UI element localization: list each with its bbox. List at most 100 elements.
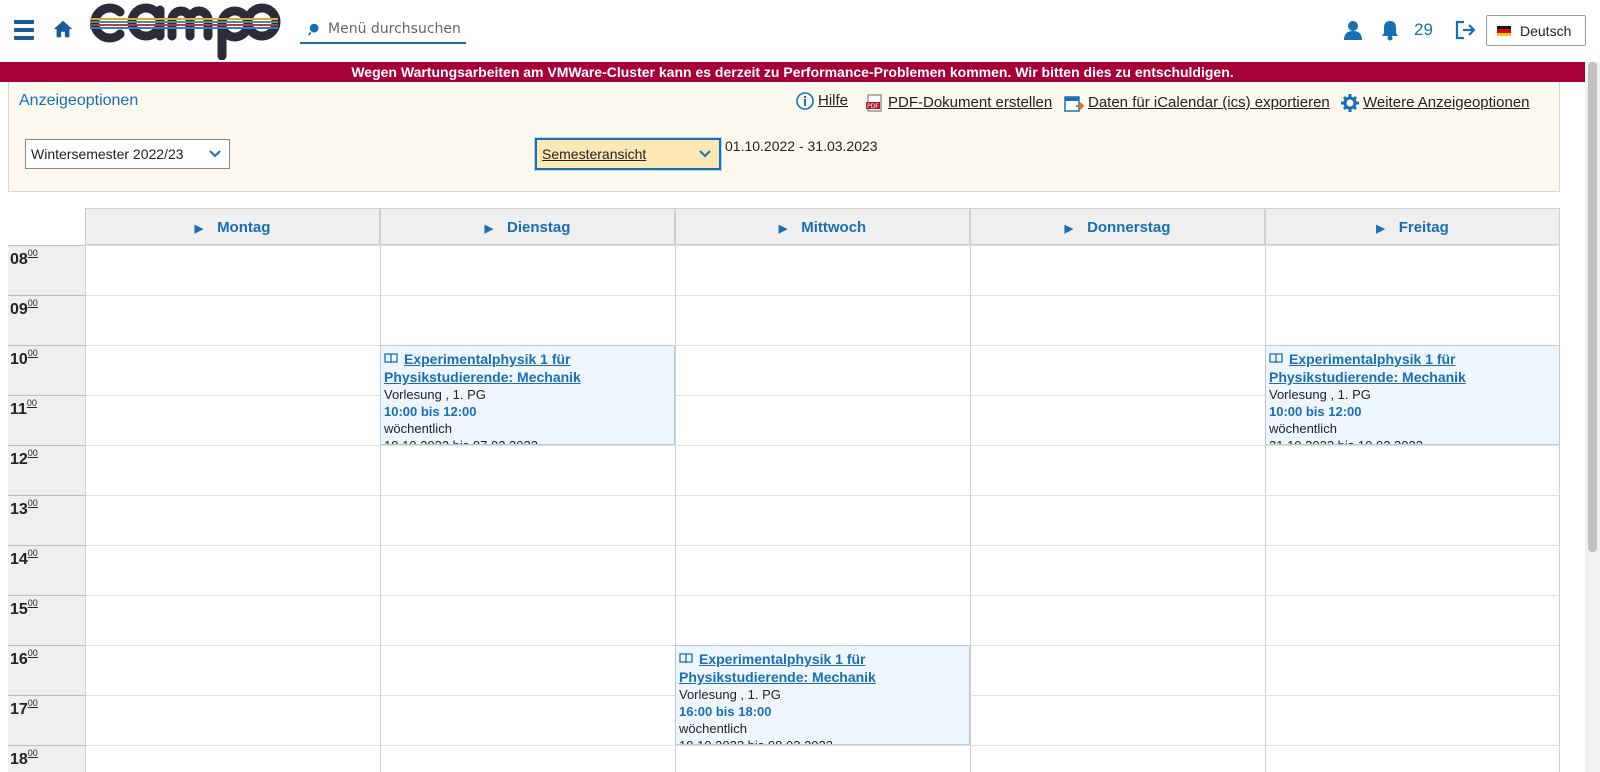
calendar-slot[interactable] [675, 295, 970, 345]
view-select-value: Semesteransicht [542, 146, 647, 162]
hour-minutes: 00 [27, 598, 38, 608]
calendar-slot[interactable] [85, 395, 380, 445]
hour-number: 11 [10, 401, 27, 418]
calendar-slot[interactable] [380, 445, 675, 495]
event-card[interactable]: Experimentalphysik 1 für Physikstudieren… [1265, 345, 1560, 445]
logout-icon[interactable] [1454, 19, 1476, 41]
caret-right-icon: ▶ [1064, 223, 1074, 235]
event-title[interactable]: Experimentalphysik 1 für Physikstudieren… [676, 646, 969, 686]
calendar-slot[interactable] [675, 545, 970, 595]
calendar-slot[interactable] [1265, 595, 1560, 645]
scrollbar-thumb[interactable] [1588, 62, 1597, 552]
menu-icon[interactable] [14, 20, 34, 40]
calendar-slot[interactable] [85, 445, 380, 495]
event-type: Vorlesung , 1. PG [1269, 387, 1371, 402]
event-title-text: Experimentalphysik 1 für Physikstudieren… [384, 351, 581, 385]
calendar-slot[interactable] [85, 345, 380, 395]
calendar-slot[interactable] [970, 695, 1265, 745]
language-button[interactable]: Deutsch [1486, 15, 1586, 46]
day-header-monday[interactable]: ▶ Montag [85, 208, 380, 245]
hour-minutes: 00 [27, 698, 38, 708]
calendar-slot[interactable] [85, 545, 380, 595]
event-dates: 19.10.2022 bis 08.02.2023 [676, 737, 969, 744]
calendar-slot[interactable] [85, 495, 380, 545]
calendar-slot[interactable] [675, 345, 970, 395]
calendar-slot[interactable] [1265, 495, 1560, 545]
calendar-slot[interactable] [970, 445, 1265, 495]
caret-right-icon: ▶ [194, 223, 204, 235]
calendar-slot[interactable] [970, 495, 1265, 545]
calendar-slot[interactable] [85, 245, 380, 295]
pdf-export-link[interactable]: PDF PDF-Dokument erstellen [866, 94, 1052, 112]
calendar-slot[interactable] [380, 695, 675, 745]
help-link[interactable]: Hilfe [796, 92, 848, 110]
more-options-link[interactable]: Weitere Anzeigeoptionen [1341, 94, 1530, 113]
calendar-slot[interactable] [85, 695, 380, 745]
calendar-slot[interactable] [970, 245, 1265, 295]
event-title[interactable]: Experimentalphysik 1 für Physikstudieren… [381, 346, 674, 386]
day-header-friday[interactable]: ▶ Freitag [1265, 208, 1560, 245]
calendar-slot[interactable] [675, 495, 970, 545]
calendar-slot[interactable] [1265, 245, 1560, 295]
calendar-slot[interactable] [1265, 645, 1560, 695]
semester-select[interactable]: Wintersemester 2022/23 [25, 139, 230, 169]
calendar-slot[interactable] [380, 245, 675, 295]
hour-minutes: 00 [27, 648, 38, 658]
day-header-wednesday[interactable]: ▶ Mittwoch [675, 208, 970, 245]
view-select[interactable]: Semesteransicht [534, 137, 722, 171]
calendar-slot[interactable] [380, 645, 675, 695]
calendar-slot[interactable] [970, 595, 1265, 645]
calendar-slot[interactable] [380, 495, 675, 545]
book-icon [679, 653, 693, 664]
top-header: Menü durchsuchen 29 Deutsch [0, 0, 1600, 62]
calendar-slot[interactable] [675, 745, 970, 772]
calendar-slot[interactable] [970, 295, 1265, 345]
home-icon[interactable] [52, 18, 74, 40]
notification-count[interactable]: 29 [1414, 20, 1433, 40]
user-icon[interactable] [1343, 20, 1363, 40]
calendar-slot[interactable] [675, 445, 970, 495]
hour-minutes: 00 [26, 398, 37, 408]
ical-export-link[interactable]: Daten für iCalendar (ics) exportieren [1064, 94, 1330, 112]
menu-search[interactable]: Menü durchsuchen [300, 16, 466, 44]
display-options-panel: Anzeigeoptionen Hilfe PDF PDF-Dokument er… [8, 82, 1560, 192]
calendar-slot[interactable] [970, 645, 1265, 695]
hour-text: 0900 [10, 298, 38, 319]
calendar-slot[interactable] [85, 745, 380, 772]
page-scrollbar[interactable] [1585, 62, 1600, 772]
calendar-slot[interactable] [380, 595, 675, 645]
hour-minutes: 00 [27, 248, 38, 258]
calendar-slot[interactable] [1265, 745, 1560, 772]
calendar-slot[interactable] [970, 345, 1265, 395]
info-icon [796, 92, 814, 110]
calendar-slot[interactable] [380, 295, 675, 345]
event-card[interactable]: Experimentalphysik 1 für Physikstudieren… [380, 345, 675, 445]
calendar-slot[interactable] [85, 595, 380, 645]
calendar-slot[interactable] [1265, 695, 1560, 745]
event-title[interactable]: Experimentalphysik 1 für Physikstudieren… [1266, 346, 1559, 386]
hour-number: 12 [10, 451, 28, 468]
hour-minutes: 00 [27, 498, 38, 508]
bell-icon[interactable] [1380, 19, 1400, 41]
hour-label: 1300 [8, 495, 85, 545]
hour-label: 0900 [8, 295, 85, 345]
search-input[interactable]: Menü durchsuchen [328, 21, 461, 37]
calendar-slot[interactable] [675, 245, 970, 295]
calendar-slot[interactable] [380, 545, 675, 595]
calendar-slot[interactable] [380, 745, 675, 772]
calendar-slot[interactable] [970, 395, 1265, 445]
hour-text: 1000 [10, 348, 38, 369]
calendar-slot[interactable] [1265, 545, 1560, 595]
calendar-slot[interactable] [1265, 295, 1560, 345]
campo-logo[interactable] [86, 0, 281, 60]
calendar-slot[interactable] [675, 595, 970, 645]
calendar-slot[interactable] [85, 295, 380, 345]
calendar-slot[interactable] [970, 545, 1265, 595]
calendar-slot[interactable] [675, 395, 970, 445]
event-card[interactable]: Experimentalphysik 1 für Physikstudieren… [675, 645, 970, 745]
day-header-tuesday[interactable]: ▶ Dienstag [380, 208, 675, 245]
day-header-thursday[interactable]: ▶ Donnerstag [970, 208, 1265, 245]
calendar-slot[interactable] [1265, 445, 1560, 495]
calendar-slot[interactable] [970, 745, 1265, 772]
calendar-slot[interactable] [85, 645, 380, 695]
